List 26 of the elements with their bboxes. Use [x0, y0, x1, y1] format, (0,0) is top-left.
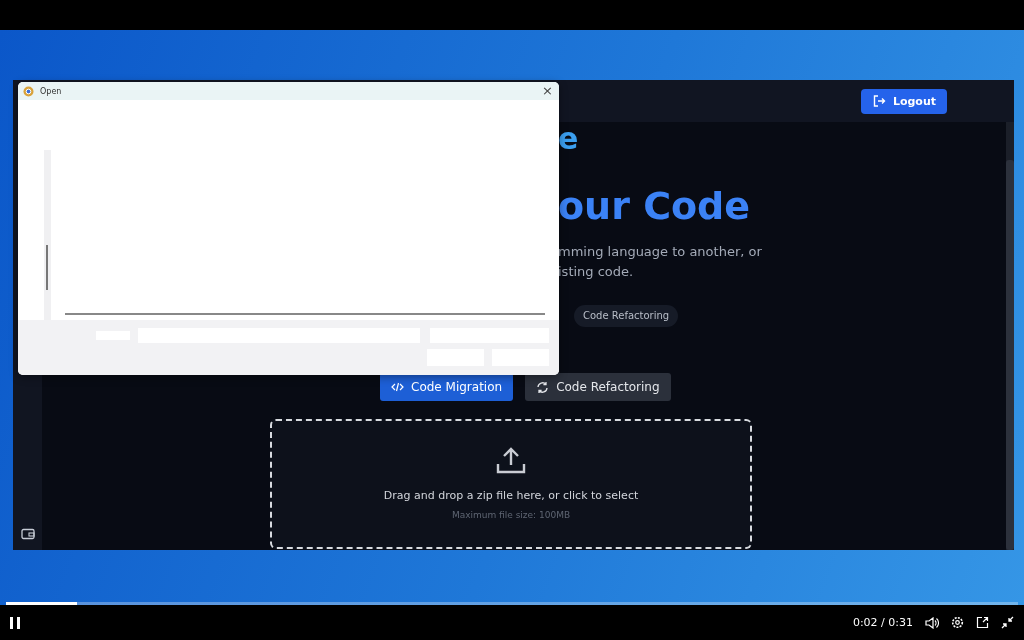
browser-icon: [23, 85, 34, 97]
dropzone-prompt: Drag and drop a zip file here, or click to select: [383, 489, 639, 502]
logout-icon: [871, 94, 886, 108]
hero-heading: our Code: [558, 184, 751, 228]
wallet-icon[interactable]: [20, 528, 35, 540]
refresh-icon: [536, 380, 550, 394]
pause-icon[interactable]: [10, 616, 20, 629]
page-title: e: [558, 124, 579, 154]
code-icon: [391, 381, 404, 393]
mode-button[interactable]: Code Migration: [380, 373, 514, 401]
close-button[interactable]: ×: [536, 82, 559, 100]
progress-track[interactable]: [6, 602, 1018, 605]
logout-button[interactable]: Logout: [860, 88, 947, 114]
feature-tag: Code Refactoring: [574, 305, 679, 327]
settings-icon[interactable]: [951, 616, 964, 629]
dropzone-hint: Maximum file size: 100MB: [451, 510, 571, 520]
dialog-title: Open: [40, 86, 63, 96]
scrollbar[interactable]: [1006, 122, 1014, 550]
description-text: mming language to another, or: [558, 243, 762, 261]
playback-time: 0:02 / 0:31: [852, 616, 913, 629]
picture-in-picture-icon[interactable]: [976, 616, 989, 629]
description-text: isting code.: [558, 263, 635, 281]
mode-button[interactable]: Code Refactoring: [525, 373, 671, 401]
exit-fullscreen-icon[interactable]: [1001, 616, 1014, 629]
volume-icon[interactable]: [925, 616, 939, 629]
dropzone[interactable]: Drag and drop a zip file here, or click to select Maximum file size: 100MB: [270, 419, 752, 549]
